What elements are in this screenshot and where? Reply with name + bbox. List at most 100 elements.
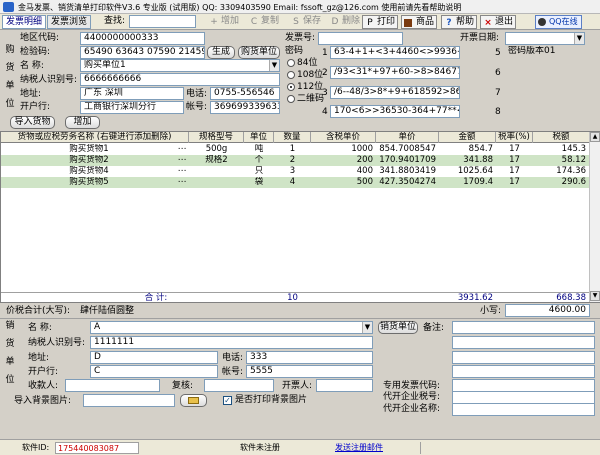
cell-tax[interactable]: 174.36 <box>533 166 589 177</box>
cell-rate[interactable]: 17 <box>496 155 533 166</box>
cell-name[interactable]: 购买货物5 <box>1 177 177 188</box>
buyer-account-field[interactable]: 369699339633 <box>210 101 280 114</box>
invoice-date-picker[interactable]: ▼ <box>505 32 585 45</box>
copy-button[interactable]: C 复制 <box>247 15 281 29</box>
chevron-down-icon[interactable]: ▼ <box>362 322 372 333</box>
cell-unit[interactable]: 吨 <box>244 144 274 155</box>
cipher-radio-qrcode[interactable] <box>287 95 295 103</box>
cell-price[interactable]: 427.3504274 <box>376 177 439 188</box>
print-button[interactable]: P 打印 <box>362 15 399 29</box>
buyer-phone-field[interactable]: 0755-556546 <box>210 87 280 100</box>
seller-account-field[interactable]: 5555 <box>246 365 373 378</box>
remark-field-3[interactable] <box>452 351 595 364</box>
qq-online-button[interactable]: QQ在线 <box>535 15 582 29</box>
cell-tax-price[interactable]: 200 <box>311 155 376 166</box>
check-code-field[interactable]: 65490 63643 07590 21459 <box>80 46 205 59</box>
send-registration-link[interactable]: 发送注册邮件 <box>335 442 383 454</box>
seller-address-field[interactable]: D <box>90 351 218 364</box>
cell-unit[interactable]: 个 <box>244 155 274 166</box>
cell-tax-price[interactable]: 500 <box>311 177 376 188</box>
col-tax-header[interactable]: 税额 <box>533 132 589 143</box>
agent-name-field[interactable] <box>452 403 595 416</box>
cell-qty[interactable]: 2 <box>274 155 311 166</box>
col-rate-header[interactable]: 税率(%) <box>496 132 533 143</box>
cipher-line-1[interactable]: 63-4+1+<3+4460<>9936+1>2091 <box>330 46 460 59</box>
cell-qty[interactable]: 1 <box>274 144 311 155</box>
tab-invoice-browse[interactable]: 发票浏览 <box>47 15 92 29</box>
ellipsis-icon[interactable]: ⋯ <box>177 177 187 188</box>
reviewer-field[interactable] <box>204 379 274 392</box>
seller-name-select[interactable]: A ▼ <box>90 321 373 334</box>
import-goods-button[interactable]: 导入货物 <box>10 116 55 129</box>
drawer-field[interactable] <box>316 379 373 392</box>
cell-name[interactable]: 购买货物4 <box>1 166 177 177</box>
ellipsis-icon[interactable]: ⋯ <box>177 166 187 177</box>
col-unit-header[interactable]: 单位 <box>244 132 274 143</box>
cell-amount[interactable]: 854.7 <box>439 144 496 155</box>
table-row[interactable]: 购买货物2 ⋯ 规格2 个 2 200 170.9401709 341.88 1… <box>1 155 589 166</box>
tab-invoice-detail[interactable]: 发票明细 <box>2 15 47 29</box>
cell-tax[interactable]: 290.6 <box>533 177 589 188</box>
delete-button[interactable]: D 删除 <box>328 15 362 29</box>
cell-amount[interactable]: 1025.64 <box>439 166 496 177</box>
scroll-down-icon[interactable]: ▼ <box>590 291 600 301</box>
table-row[interactable]: 购买货物4 ⋯ 只 3 400 341.8803419 1025.64 17 1… <box>1 166 589 177</box>
table-row[interactable]: 购买货物1 ⋯ 500g 吨 1 1000 854.7008547 854.7 … <box>1 144 589 155</box>
cell-tax-price[interactable]: 400 <box>311 166 376 177</box>
cell-price[interactable]: 170.9401709 <box>376 155 439 166</box>
exit-button[interactable]: × 退出 <box>480 15 517 29</box>
cell-name[interactable]: 购买货物2 <box>1 155 177 166</box>
goods-table[interactable]: 货物或应税劳务名称 (右键进行添加删除) 规格型号 单位 数量 含税单价 单价 … <box>0 131 600 303</box>
col-amount-header[interactable]: 金额 <box>439 132 496 143</box>
cipher-line-2[interactable]: /93<31*+97+60->8>84677546051 <box>330 66 460 79</box>
cipher-radio-112[interactable] <box>287 83 295 91</box>
generate-button[interactable]: 生成 <box>207 46 235 59</box>
chevron-down-icon[interactable]: ▼ <box>269 60 279 71</box>
seller-unit-button[interactable]: 销货单位 <box>378 321 418 334</box>
seller-bank-field[interactable]: C <box>90 365 218 378</box>
buyer-address-field[interactable]: 广东 深圳 <box>80 87 184 100</box>
scroll-up-icon[interactable]: ▲ <box>590 132 600 142</box>
cell-spec[interactable]: 500g <box>189 144 244 155</box>
print-bg-checkbox[interactable]: ✓ <box>223 396 232 405</box>
help-button[interactable]: ? 帮助 <box>441 15 478 29</box>
cell-spec[interactable] <box>189 166 244 177</box>
goods-button[interactable]: 商品 <box>401 15 438 29</box>
buyer-bank-field[interactable]: 工商银行深圳分行 <box>80 101 184 114</box>
cell-qty[interactable]: 4 <box>274 177 311 188</box>
import-bg-path-field[interactable] <box>83 394 175 407</box>
col-name-header[interactable]: 货物或应税劳务名称 (右键进行添加删除) <box>1 132 189 143</box>
cell-rate[interactable]: 17 <box>496 177 533 188</box>
search-input[interactable] <box>129 15 196 28</box>
cell-unit[interactable]: 只 <box>244 166 274 177</box>
cell-amount[interactable]: 341.88 <box>439 155 496 166</box>
col-qty-header[interactable]: 数量 <box>274 132 311 143</box>
cell-tax[interactable]: 58.12 <box>533 155 589 166</box>
cell-unit[interactable]: 袋 <box>244 177 274 188</box>
cell-qty[interactable]: 3 <box>274 166 311 177</box>
seller-phone-field[interactable]: 333 <box>246 351 373 364</box>
cell-name[interactable]: 购买货物1 <box>1 144 177 155</box>
col-tax-price-header[interactable]: 含税单价 <box>311 132 376 143</box>
cipher-line-4[interactable]: 170<6>>36530-364+77**<83>84/ <box>330 105 460 118</box>
table-scrollbar[interactable]: ▲ ▼ <box>589 132 600 302</box>
cell-rate[interactable]: 17 <box>496 166 533 177</box>
seller-tax-id-field[interactable]: 1111111 <box>90 336 373 349</box>
col-spec-header[interactable]: 规格型号 <box>189 132 244 143</box>
remark-field-4[interactable] <box>452 365 595 378</box>
total-small-field[interactable]: 4600.00 <box>505 304 590 317</box>
cell-spec[interactable]: 规格2 <box>189 155 244 166</box>
cipher-radio-84[interactable] <box>287 59 295 67</box>
cell-amount[interactable]: 1709.4 <box>439 177 496 188</box>
chevron-down-icon[interactable]: ▼ <box>574 33 584 44</box>
payee-field[interactable] <box>65 379 160 392</box>
open-folder-button[interactable] <box>180 394 207 407</box>
buyer-unit-button[interactable]: 购货单位 <box>238 46 280 59</box>
cell-rate[interactable]: 17 <box>496 144 533 155</box>
cipher-radio-108[interactable] <box>287 71 295 79</box>
cell-price[interactable]: 854.7008547 <box>376 144 439 155</box>
cell-tax-price[interactable]: 1000 <box>311 144 376 155</box>
area-code-field[interactable]: 4400000000333 <box>80 32 205 45</box>
save-button[interactable]: S 保存 <box>289 15 323 29</box>
ellipsis-icon[interactable]: ⋯ <box>177 144 187 155</box>
